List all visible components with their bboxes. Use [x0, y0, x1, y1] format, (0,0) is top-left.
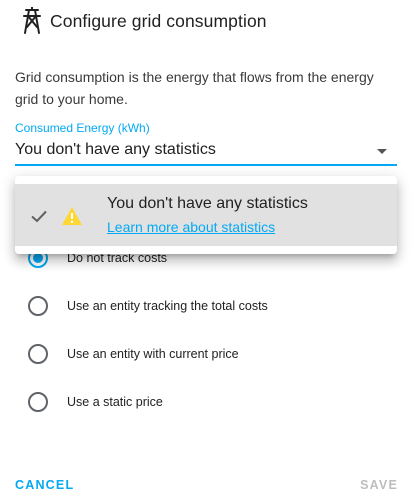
- consumed-energy-select[interactable]: Consumed Energy (kWh) You don't have any…: [15, 118, 397, 166]
- cost-option-current-price-entity[interactable]: Use an entity with current price: [28, 342, 239, 366]
- cost-option-total-costs-entity[interactable]: Use an entity tracking the total costs: [28, 294, 268, 318]
- select-value: You don't have any statistics: [15, 141, 216, 158]
- dialog-description: Grid consumption is the energy that flow…: [15, 69, 374, 107]
- statistic-dropdown-menu: You don't have any statistics Learn more…: [15, 176, 397, 254]
- radio-button[interactable]: [28, 296, 48, 316]
- cost-option-label: Use an entity tracking the total costs: [67, 299, 268, 313]
- dropdown-item-no-statistics[interactable]: You don't have any statistics Learn more…: [15, 184, 397, 246]
- cost-option-static-price[interactable]: Use a static price: [28, 390, 163, 414]
- select-label: Consumed Energy (kWh): [15, 121, 150, 135]
- cancel-button[interactable]: CANCEL: [15, 478, 74, 492]
- transmission-tower-icon: [23, 7, 41, 34]
- dialog-actions: CANCEL SAVE: [0, 474, 416, 498]
- cost-option-label: Use an entity with current price: [67, 347, 239, 361]
- cost-option-label: Use a static price: [67, 395, 163, 409]
- dropdown-arrow-icon[interactable]: [377, 149, 387, 154]
- learn-more-statistics-link[interactable]: Learn more about statistics: [107, 219, 275, 235]
- warning-icon: [62, 207, 82, 225]
- radio-button[interactable]: [28, 344, 48, 364]
- dialog-header: Configure grid consumption: [20, 6, 267, 36]
- select-underline: [15, 164, 397, 166]
- save-button[interactable]: SAVE: [360, 478, 398, 492]
- dialog-title: Configure grid consumption: [50, 10, 267, 31]
- dropdown-item-text: You don't have any statistics: [107, 195, 308, 212]
- radio-button[interactable]: [28, 392, 48, 412]
- check-icon: [31, 210, 47, 223]
